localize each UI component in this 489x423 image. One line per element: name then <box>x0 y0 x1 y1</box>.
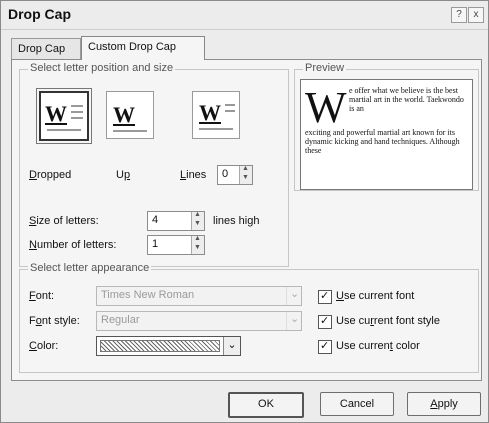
use-current-font-check-icon[interactable] <box>318 289 332 304</box>
size-spinner[interactable]: 4 <box>147 211 205 231</box>
use-current-font-style-check-icon[interactable] <box>318 314 332 329</box>
preview-group: Preview W e offer what we believe is the… <box>294 62 479 191</box>
number-spinner[interactable]: 1 <box>147 235 205 255</box>
position-group-legend: Select letter position and size <box>28 62 176 74</box>
lines-spinner[interactable]: 0 <box>217 165 253 185</box>
font-value: Times New Roman <box>101 289 195 301</box>
preview-box: W e offer what we believe is the best ma… <box>300 79 473 190</box>
use-current-font-style-label: Use current font style <box>336 315 440 327</box>
font-style-label: Font style: <box>29 315 80 327</box>
help-button[interactable]: ? <box>451 7 467 23</box>
lines-label: Lines <box>180 169 207 181</box>
preview-text-side: e offer what we believe is the best mart… <box>349 86 464 113</box>
color-select[interactable]: ⌄ <box>96 336 241 356</box>
preview-text-below: exciting and powerful martial art known … <box>305 128 460 155</box>
font-style-dropdown-icon <box>286 312 301 330</box>
font-style-value: Regular <box>101 314 140 326</box>
appearance-legend: Select letter appearance <box>28 262 152 274</box>
font-style-select[interactable]: Regular <box>96 311 302 331</box>
dropped-option[interactable]: W <box>36 88 92 144</box>
up-icon: W <box>113 102 135 127</box>
font-label: Font: <box>29 290 55 302</box>
size-spin-arrows[interactable] <box>191 211 204 230</box>
apply-button[interactable]: Apply <box>407 392 481 416</box>
font-select[interactable]: Times New Roman <box>96 286 302 306</box>
lines-spin-arrows[interactable] <box>239 165 252 184</box>
dropped-label: Dropped <box>29 169 72 181</box>
close-button[interactable]: x <box>468 7 484 23</box>
preview-dropcap: W <box>305 83 347 132</box>
drop-cap-dialog: Drop Cap ? x Drop Cap Custom Drop Cap Se… <box>0 0 489 423</box>
preview-legend: Preview <box>303 62 347 74</box>
color-dropdown-icon[interactable]: ⌄ <box>223 337 240 355</box>
color-label: Color: <box>29 340 59 352</box>
lines-icon: W <box>199 100 221 125</box>
size-unit: lines high <box>213 215 260 227</box>
lines-option[interactable]: W <box>192 91 240 139</box>
up-option[interactable]: W <box>106 91 154 139</box>
number-label: Number of letters: <box>29 239 117 251</box>
up-label: Up <box>116 169 131 181</box>
dropped-icon: W <box>45 101 67 126</box>
number-value: 1 <box>152 238 159 250</box>
cancel-button[interactable]: Cancel <box>320 392 394 416</box>
size-label: Size of letters: <box>29 215 99 227</box>
appearance-group: Select letter appearance Font: Times New… <box>19 262 479 373</box>
font-dropdown-icon <box>286 287 301 305</box>
use-current-color-label: Use current color <box>336 340 420 352</box>
tab-drop-cap[interactable]: Drop Cap <box>11 38 81 59</box>
lines-value: 0 <box>222 168 229 180</box>
use-current-font-label: Use current font <box>336 290 415 302</box>
size-value: 4 <box>152 214 159 226</box>
use-current-color-check-icon[interactable] <box>318 339 332 354</box>
title-bar: Drop Cap ? x <box>1 1 488 30</box>
number-spin-arrows[interactable] <box>191 235 204 254</box>
tab-custom-drop-cap[interactable]: Custom Drop Cap <box>81 36 205 60</box>
ok-button[interactable]: OK <box>228 392 304 418</box>
position-group: Select letter position and size W W W Dr… <box>19 62 289 267</box>
color-swatch <box>100 340 220 352</box>
custom-drop-cap-panel: Select letter position and size W W W Dr… <box>11 59 482 381</box>
dialog-title: Drop Cap <box>8 6 71 22</box>
